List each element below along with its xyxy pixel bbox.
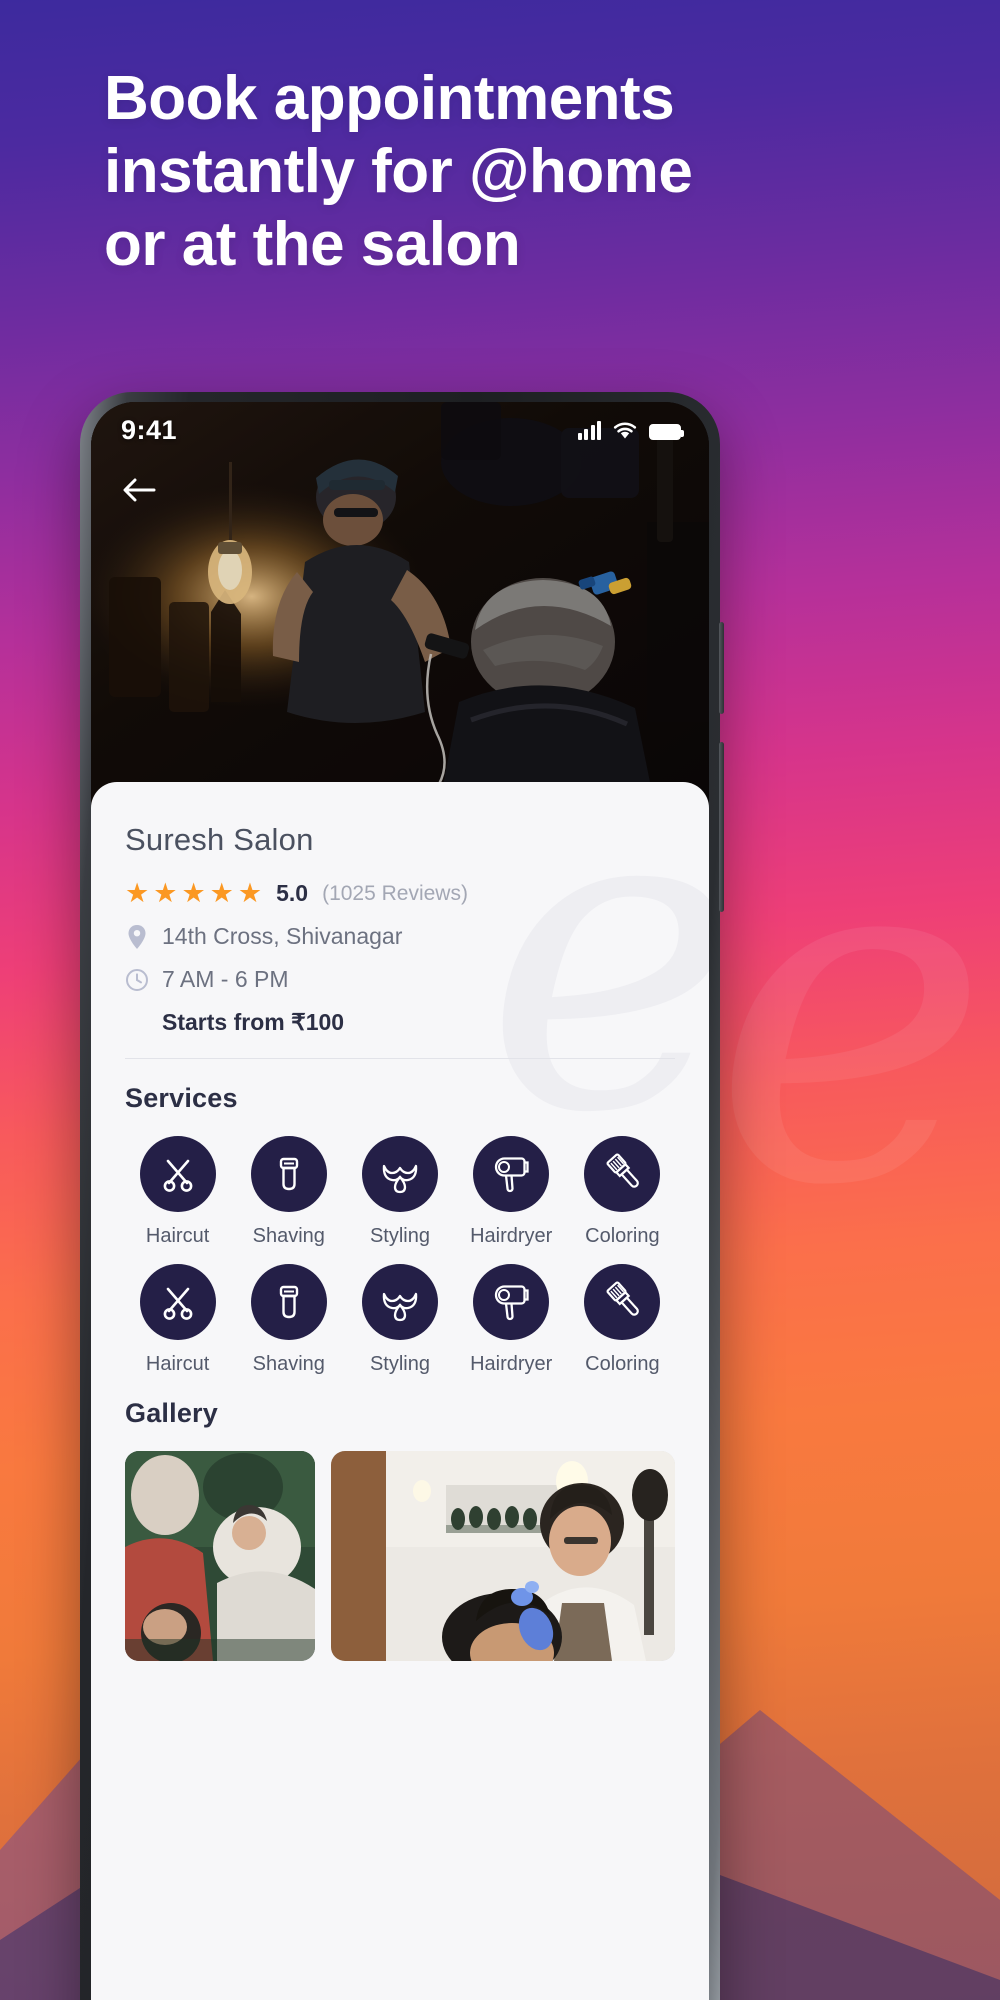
service-label: Haircut [145,1353,210,1375]
page-title: Book appointments instantly for @home or… [104,62,764,281]
phone-mockup: 9:41 Suresh Salon ★ ★ ★ ★ ★ 5.0 (1025 Re… [80,392,724,2000]
status-bar-time: 9:41 [121,414,178,445]
hairdryer-icon [473,1136,550,1212]
salon-address: 14th Cross, Shivanagar [162,923,403,949]
brand-watermark: e [711,741,990,1288]
star-icon: ★ [125,878,150,908]
star-rating: ★ ★ ★ ★ ★ [125,880,262,907]
hairdryer-icon [473,1264,550,1340]
service-label: Shaving [252,1225,325,1247]
salon-hours: 7 AM - 6 PM [162,966,289,992]
service-item-coloring-2[interactable]: Coloring [570,1264,675,1376]
location-pin-icon [125,924,149,950]
star-icon: ★ [181,878,206,908]
service-label: Styling [369,1353,430,1375]
hours-row: 7 AM - 6 PM [125,966,675,993]
gallery-photo-1[interactable] [125,1451,315,1661]
razor-icon [250,1136,327,1212]
gallery-grid [125,1451,675,1661]
status-bar-icons [577,420,684,440]
battery-full-icon [649,424,684,440]
service-item-haircut-2[interactable]: Haircut [125,1264,230,1376]
services-row-1: Haircut Shaving Styling Hairdryer Colori… [125,1136,675,1248]
service-label: Coloring [585,1225,660,1247]
starting-price: Starts from ₹100 [162,1009,345,1035]
rating-value: 5.0 [276,880,309,906]
service-label: Shaving [252,1353,325,1375]
star-icon: ★ [209,878,234,908]
service-label: Coloring [585,1353,660,1375]
service-label: Styling [369,1225,430,1247]
services-row-2: Haircut Shaving Styling Hairdryer Colori… [125,1264,675,1376]
service-item-shaving[interactable]: Shaving [236,1136,341,1248]
phone-power-button[interactable] [719,742,724,912]
headline-line-2: instantly for @home [104,137,693,207]
service-item-styling-2[interactable]: Styling [347,1264,452,1376]
arrow-left-icon [123,478,156,502]
address-row: 14th Cross, Shivanagar [125,923,675,950]
razor-icon [250,1264,327,1340]
services-section-title: Services [125,1083,238,1113]
service-item-coloring[interactable]: Coloring [570,1136,675,1248]
salon-hero-photo [91,402,709,807]
paint-brush-icon [584,1136,661,1212]
headline-line-3: or at the salon [104,210,521,280]
service-label: Haircut [145,1225,210,1247]
service-item-haircut[interactable]: Haircut [125,1136,230,1248]
service-item-shaving-2[interactable]: Shaving [236,1264,341,1376]
service-item-hairdryer[interactable]: Hairdryer [459,1136,564,1248]
promo-backdrop: e Book appointments instantly for @home … [0,0,1000,2000]
service-item-styling[interactable]: Styling [347,1136,452,1248]
star-icon: ★ [237,878,263,908]
service-item-hairdryer-2[interactable]: Hairdryer [459,1264,564,1376]
salon-name: Suresh Salon [125,822,314,857]
gallery-photo-2[interactable] [331,1451,675,1661]
phone-screen: 9:41 Suresh Salon ★ ★ ★ ★ ★ 5.0 (1025 Re… [91,402,709,2000]
scissors-icon [139,1136,216,1212]
gallery-section-title: Gallery [125,1398,218,1428]
service-label: Hairdryer [470,1225,553,1247]
star-icon: ★ [153,878,178,908]
phone-volume-button[interactable] [719,622,724,714]
paint-brush-icon [584,1264,661,1340]
status-bar: 9:41 [91,402,709,458]
back-button[interactable] [113,464,165,516]
clock-icon [125,968,149,992]
service-label: Hairdryer [470,1353,553,1375]
mustache-icon [361,1136,438,1212]
cellular-signal-icon [577,420,601,440]
sheet-divider [125,1058,675,1059]
review-count[interactable]: (1025 Reviews) [322,882,468,906]
headline-line-1: Book appointments [104,64,675,133]
rating-row: ★ ★ ★ ★ ★ 5.0 (1025 Reviews) [125,880,675,907]
salon-detail-sheet: e Suresh Salon ★ ★ ★ ★ ★ 5.0 (1025 Revie… [91,782,709,2000]
wifi-icon [612,420,638,440]
mustache-icon [361,1264,438,1340]
scissors-icon [139,1264,216,1340]
